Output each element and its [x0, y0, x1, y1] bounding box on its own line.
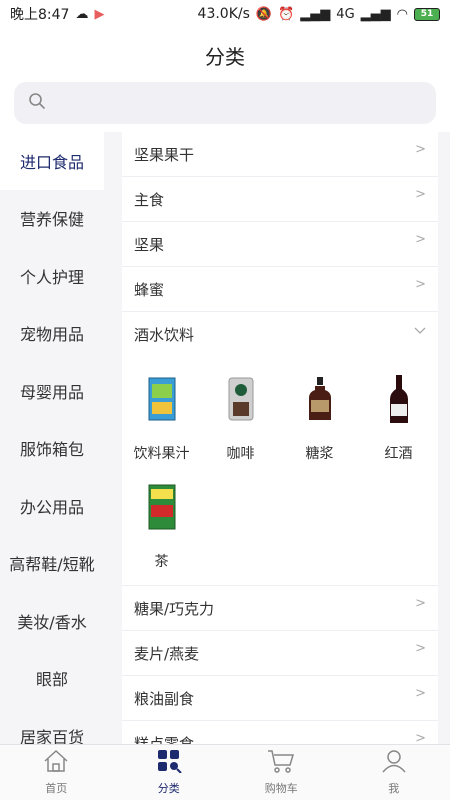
sidebar-item-personal-care[interactable]: 个人护理: [0, 247, 104, 305]
sidebar-item-imported-food[interactable]: 进口食品: [0, 132, 104, 190]
chevron-right-icon: >: [415, 186, 426, 202]
sidebar-item-office[interactable]: 办公用品: [0, 477, 104, 535]
sidebar-item-home[interactable]: 居家百货: [0, 707, 104, 744]
chevron-right-icon: >: [415, 685, 426, 701]
tab-category[interactable]: 分类: [113, 745, 226, 800]
subcategory-grid: 饮料果汁 咖啡 糖浆 红酒 茶: [122, 357, 438, 586]
chevron-right-icon: >: [415, 640, 426, 656]
category-content: 坚果果干 > 主食 > 坚果 > 蜂蜜 > 酒水饮料 饮料果汁 咖啡 糖浆 红酒…: [104, 132, 450, 744]
alarm-icon: ⏰: [278, 6, 295, 22]
tab-label: 分类: [157, 782, 180, 795]
cloud-icon: ☁: [75, 6, 89, 22]
search-input[interactable]: [54, 95, 436, 111]
coffee-bag-image: [217, 369, 265, 429]
sidebar-item-apparel-bags[interactable]: 服饰箱包: [0, 420, 104, 478]
category-row[interactable]: 坚果 >: [122, 222, 438, 267]
signal-type: 4G: [336, 6, 355, 22]
subcategory-item[interactable]: 红酒: [359, 363, 438, 471]
tab-home[interactable]: 首页: [0, 745, 113, 800]
battery-icon: 51: [414, 7, 440, 21]
sidebar-item-boots[interactable]: 高帮鞋/短靴: [0, 535, 104, 593]
juice-box-image: [138, 369, 186, 429]
subcategory-item[interactable]: 茶: [122, 471, 201, 579]
home-icon: [43, 749, 69, 777]
cart-icon: [267, 749, 295, 777]
category-icon: [156, 749, 182, 777]
category-label: 糖果/巧克力: [134, 599, 215, 618]
chevron-right-icon: >: [415, 231, 426, 247]
bottom-tabbar: 首页 分类 购物车 我: [0, 744, 450, 800]
sidebar-item-baby[interactable]: 母婴用品: [0, 362, 104, 420]
play-store-icon: ▶: [94, 6, 105, 22]
category-label: 粮油副食: [134, 689, 195, 708]
category-label: 酒水饮料: [134, 326, 195, 344]
category-label: 蜂蜜: [134, 280, 165, 299]
signal-icon-2: ▂▄▆: [360, 6, 391, 22]
wifi-icon: ◠: [396, 6, 408, 22]
mute-bell-icon: 🔕: [255, 6, 273, 22]
category-label: 坚果果干: [134, 145, 195, 164]
subcategory-label: 饮料果汁: [133, 446, 190, 462]
tab-me[interactable]: 我: [338, 745, 450, 800]
category-sidebar: 进口食品 营养保健 个人护理 宠物用品 母婴用品 服饰箱包 办公用品 高帮鞋/短…: [0, 132, 104, 744]
chevron-right-icon: >: [415, 141, 426, 157]
category-row[interactable]: 粮油副食 >: [122, 676, 438, 721]
sidebar-item-eyes[interactable]: 眼部: [0, 650, 104, 708]
sidebar-item-beauty[interactable]: 美妆/香水: [0, 592, 104, 650]
subcategory-label: 红酒: [384, 446, 413, 462]
tab-label: 我: [388, 782, 400, 795]
category-label: 糕点零食: [134, 734, 195, 745]
subcategory-item[interactable]: 咖啡: [201, 363, 280, 471]
category-label: 主食: [134, 190, 165, 209]
chevron-down-icon: [414, 324, 426, 339]
wine-bottle-image: [375, 369, 423, 429]
category-row[interactable]: 糕点零食 >: [122, 721, 438, 745]
category-row[interactable]: 糖果/巧克力 >: [122, 586, 438, 631]
signal-icon: ▂▄▆: [300, 6, 331, 22]
subcategory-item[interactable]: 糖浆: [280, 363, 359, 471]
tab-cart[interactable]: 购物车: [225, 745, 338, 800]
category-label: 麦片/燕麦: [134, 644, 200, 663]
category-label: 坚果: [134, 235, 165, 254]
network-speed: 43.0K/s: [197, 6, 250, 22]
category-row[interactable]: 蜂蜜 >: [122, 267, 438, 312]
sidebar-item-nutrition[interactable]: 营养保健: [0, 190, 104, 248]
subcategory-item[interactable]: 饮料果汁: [122, 363, 201, 471]
category-row-expanded[interactable]: 酒水饮料: [122, 312, 438, 357]
category-row[interactable]: 主食 >: [122, 177, 438, 222]
syrup-bottle-image: [296, 369, 344, 429]
status-bar: 晚上8:47 ☁ ▶ 43.0K/s 🔕 ⏰ ▂▄▆ 4G ▂▄▆ ◠ 51: [0, 0, 450, 28]
subcategory-label: 咖啡: [226, 446, 255, 462]
category-row[interactable]: 坚果果干 >: [122, 132, 438, 177]
search-icon: [28, 92, 46, 114]
tab-label: 购物车: [264, 782, 298, 795]
subcategory-label: 茶: [154, 554, 169, 570]
green-tea-box-image: [138, 477, 186, 537]
search-bar[interactable]: [14, 82, 436, 124]
sidebar-item-pet-supplies[interactable]: 宠物用品: [0, 305, 104, 363]
chevron-right-icon: >: [415, 595, 426, 611]
user-icon: [381, 749, 407, 777]
status-time: 晚上8:47: [10, 7, 70, 23]
tab-label: 首页: [45, 782, 68, 795]
page-title: 分类: [205, 44, 245, 69]
chevron-right-icon: >: [415, 276, 426, 292]
subcategory-label: 糖浆: [305, 446, 334, 462]
chevron-right-icon: >: [415, 730, 426, 745]
category-row[interactable]: 麦片/燕麦 >: [122, 631, 438, 676]
